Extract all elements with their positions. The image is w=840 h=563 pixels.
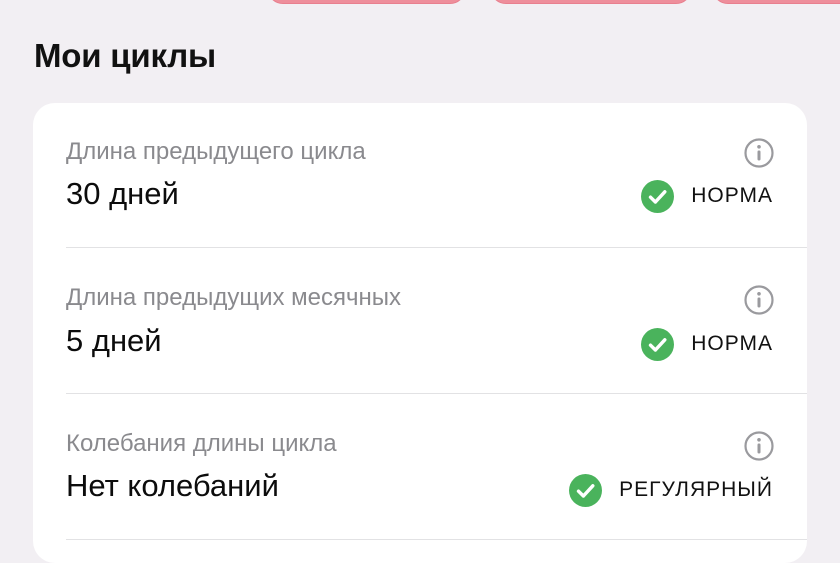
cycle-row-previous-period-length: Длина предыдущих месячных 5 дней НОРМА	[33, 249, 807, 395]
check-circle-icon	[641, 179, 675, 213]
top-chip-1[interactable]	[267, 0, 466, 4]
row-value: 5 дней	[66, 323, 162, 358]
section-title: Мои циклы	[34, 37, 216, 74]
divider	[66, 539, 807, 540]
row-label: Колебания длины цикла	[66, 430, 337, 457]
cycle-row-cycle-length-variation: Колебания длины цикла Нет колебаний РЕГУ…	[33, 395, 807, 541]
info-icon[interactable]	[744, 138, 774, 168]
row-label: Длина предыдущих месячных	[66, 284, 402, 311]
check-circle-icon	[569, 473, 603, 507]
row-label: Длина предыдущего цикла	[66, 138, 366, 165]
info-icon[interactable]	[744, 431, 774, 461]
divider	[66, 247, 807, 248]
check-circle-icon	[641, 327, 675, 361]
row-value: Нет колебаний	[66, 468, 279, 503]
top-chip-2[interactable]	[490, 0, 692, 4]
info-icon[interactable]	[744, 285, 774, 315]
status-badge: НОРМА	[641, 179, 773, 213]
cycle-row-previous-cycle-length: Длина предыдущего цикла 30 дней НОРМА	[33, 103, 807, 249]
status-text: НОРМА	[691, 332, 773, 355]
status-badge: НОРМА	[641, 327, 773, 361]
row-value: 30 дней	[66, 176, 179, 211]
divider	[66, 393, 807, 394]
status-text: РЕГУЛЯРНЫЙ	[619, 478, 773, 501]
cycles-card: Длина предыдущего цикла 30 дней НОРМА Дл…	[33, 103, 807, 563]
status-text: НОРМА	[691, 184, 773, 207]
top-chip-3[interactable]	[712, 0, 840, 4]
status-badge: РЕГУЛЯРНЫЙ	[569, 473, 773, 507]
